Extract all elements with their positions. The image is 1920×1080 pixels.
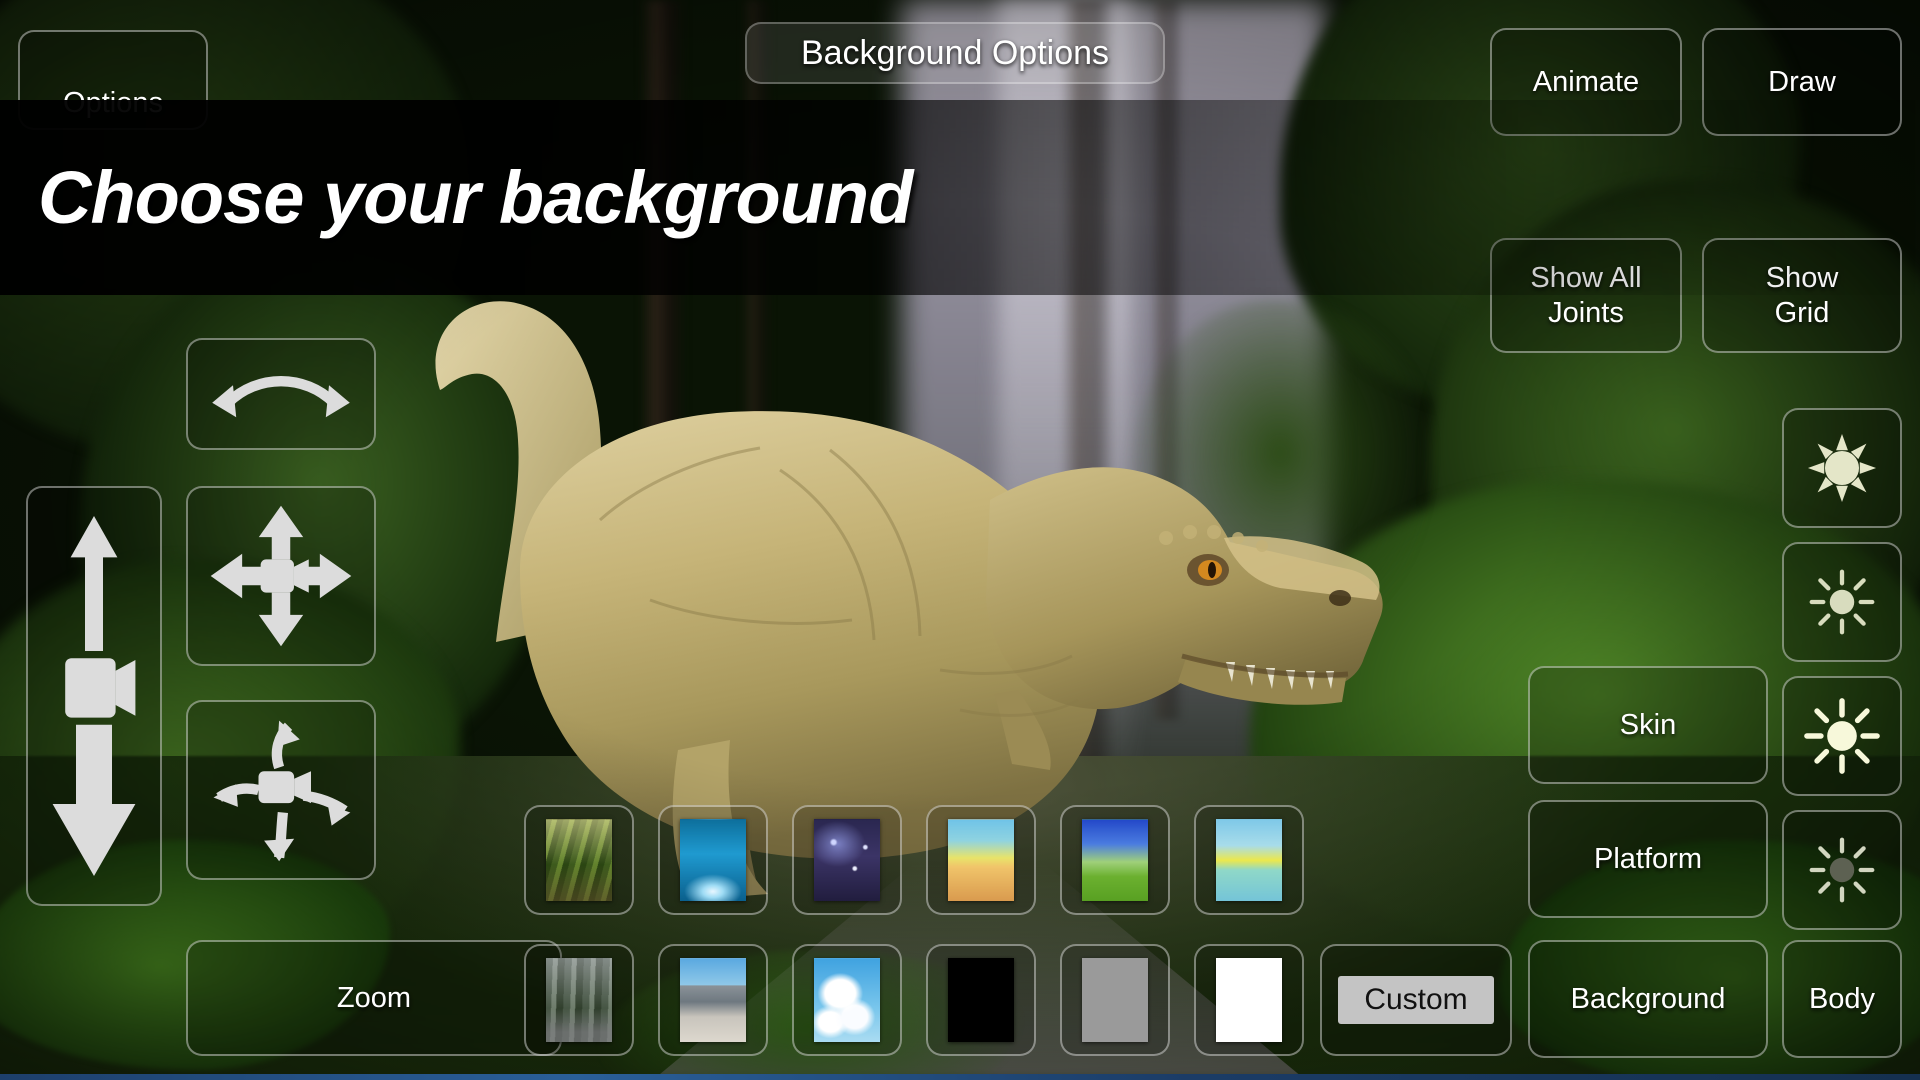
instruction-banner: Choose your background xyxy=(0,100,1920,295)
background-swatch-studio-blue[interactable] xyxy=(658,805,768,915)
body-button-label: Body xyxy=(1808,982,1876,1015)
skin-button[interactable]: Skin xyxy=(1528,666,1768,784)
zoom-button[interactable]: Zoom xyxy=(186,940,562,1056)
swatch-thumbnail xyxy=(1082,818,1148,902)
background-swatch-blue-sky-clouds[interactable] xyxy=(792,944,902,1056)
camera-pan-button[interactable] xyxy=(186,486,376,666)
swatch-thumbnail xyxy=(680,957,746,1043)
sun-rays-medium-icon xyxy=(1784,544,1900,660)
swatch-thumbnail xyxy=(814,818,880,902)
screen-title-label: Background Options xyxy=(800,33,1110,72)
custom-background-label: Custom xyxy=(1338,976,1494,1024)
sun-rays-dim-button[interactable] xyxy=(1782,810,1902,930)
background-swatch-outer-space[interactable] xyxy=(792,805,902,915)
background-swatch-forest-sunlight[interactable] xyxy=(524,805,634,915)
skin-button-label: Skin xyxy=(1619,708,1677,741)
curved-double-arrow-icon xyxy=(188,340,374,448)
swatch-thumbnail xyxy=(814,957,880,1043)
background-button[interactable]: Background xyxy=(1528,940,1768,1058)
background-swatch-solid-black[interactable] xyxy=(926,944,1036,1056)
zoom-button-label: Zoom xyxy=(336,981,412,1014)
background-swatch-green-field[interactable] xyxy=(1060,805,1170,915)
camera-dolly-button[interactable] xyxy=(26,486,162,906)
swatch-thumbnail xyxy=(1216,818,1282,902)
show-grid-line2: Grid xyxy=(1774,296,1830,329)
background-button-label: Background xyxy=(1570,982,1726,1015)
background-swatch-solid-white[interactable] xyxy=(1194,944,1304,1056)
four-way-camera-pan-icon xyxy=(188,488,374,664)
background-swatch-desert-sunset[interactable] xyxy=(926,805,1036,915)
swatch-thumbnail xyxy=(546,818,612,902)
swatch-thumbnail xyxy=(546,957,612,1043)
animate-button-label: Animate xyxy=(1532,65,1640,98)
draw-button-label: Draw xyxy=(1768,65,1836,98)
background-swatch-redwood-path[interactable] xyxy=(524,944,634,1056)
show-all-joints-line2: Joints xyxy=(1548,296,1624,329)
camera-tilt-button[interactable] xyxy=(186,338,376,450)
platform-button[interactable]: Platform xyxy=(1528,800,1768,918)
screen-title: Background Options xyxy=(745,22,1165,84)
app-screen: Options Background Options Animate Draw … xyxy=(0,0,1920,1080)
platform-button-label: Platform xyxy=(1594,842,1702,875)
background-swatch-seaside-horizon[interactable] xyxy=(1194,805,1304,915)
swatch-thumbnail xyxy=(948,818,1014,902)
swatch-thumbnail xyxy=(948,957,1014,1043)
camera-orbit-icon xyxy=(188,702,374,878)
sun-rays-bright-button[interactable] xyxy=(1782,676,1902,796)
swatch-thumbnail xyxy=(680,818,746,902)
sun-rays-bright-icon xyxy=(1784,678,1900,794)
background-swatch-solid-gray[interactable] xyxy=(1060,944,1170,1056)
body-button[interactable]: Body xyxy=(1782,940,1902,1058)
sun-burst-icon xyxy=(1784,410,1900,526)
instruction-banner-text: Choose your background xyxy=(38,156,913,239)
vertical-camera-dolly-icon xyxy=(28,488,160,904)
swatch-thumbnail xyxy=(1216,957,1282,1043)
swatch-thumbnail xyxy=(1082,957,1148,1043)
custom-background-button[interactable]: Custom xyxy=(1320,944,1512,1056)
camera-orbit-button[interactable] xyxy=(186,700,376,880)
background-swatch-mountain-valley[interactable] xyxy=(658,944,768,1056)
sun-rays-medium-button[interactable] xyxy=(1782,542,1902,662)
sun-burst-button[interactable] xyxy=(1782,408,1902,528)
bottom-edge-strip xyxy=(0,1074,1920,1080)
sun-rays-dim-icon xyxy=(1784,812,1900,928)
